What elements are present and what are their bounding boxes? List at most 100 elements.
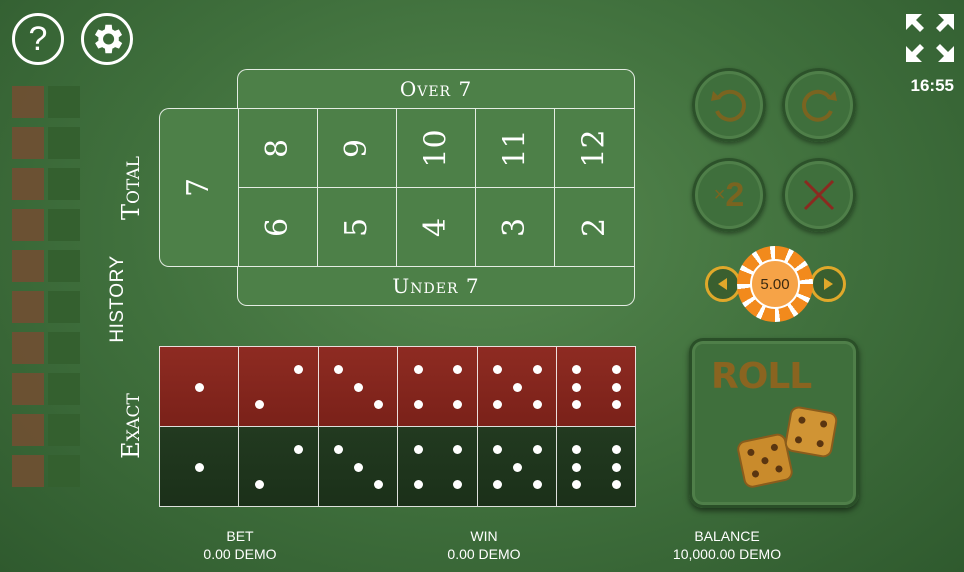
die-pip: [612, 364, 622, 374]
total-7-label: 7: [181, 177, 217, 198]
die-pip: [612, 462, 622, 472]
dice-icon: [737, 406, 838, 488]
die-pip: [612, 480, 622, 490]
exact-red-die-1[interactable]: [159, 346, 240, 427]
fullscreen-icon[interactable]: [904, 12, 956, 64]
history-cell: [12, 291, 44, 323]
total-10-bet[interactable]: 10: [396, 108, 476, 188]
double-label: 2: [725, 175, 745, 214]
win-label: WIN: [470, 528, 498, 544]
help-icon: ?: [28, 20, 48, 58]
die-pip: [254, 480, 264, 490]
exact-red-die-6[interactable]: [556, 346, 637, 427]
chip-value: 5.00: [750, 259, 800, 309]
die-pip: [334, 444, 344, 454]
history-cell: [12, 86, 44, 118]
total-label: 2: [577, 217, 612, 237]
die-pip: [453, 400, 463, 410]
die-pip: [373, 480, 383, 490]
total-5-bet[interactable]: 5: [317, 187, 397, 267]
redo-icon: [802, 89, 837, 122]
balance-value: 10,000.00 DEMO: [672, 546, 782, 562]
chevron-left-icon: [718, 278, 727, 290]
die-pip: [492, 364, 502, 374]
total-3-bet[interactable]: 3: [475, 187, 555, 267]
history-cell: [48, 414, 80, 446]
clear-bets-button[interactable]: [782, 158, 856, 232]
exact-dark-die-1[interactable]: [159, 426, 240, 507]
history-cell: [48, 86, 80, 118]
history-cell: [12, 209, 44, 241]
total-label: 11: [497, 128, 533, 168]
chip-selector[interactable]: 5.00: [737, 246, 813, 322]
total-label: Total: [117, 156, 145, 220]
redo-button[interactable]: [782, 68, 856, 142]
die-pip: [353, 382, 363, 392]
die-pip: [612, 400, 622, 410]
exact-dark-die-5[interactable]: [476, 426, 557, 507]
undo-button[interactable]: [692, 68, 766, 142]
settings-button[interactable]: [81, 13, 133, 65]
history-cell: [48, 332, 80, 364]
close-icon: [803, 179, 835, 211]
history-cell: [12, 250, 44, 282]
die-pip: [612, 382, 622, 392]
exact-red-die-4[interactable]: [397, 346, 478, 427]
exact-dark-die-3[interactable]: [317, 426, 399, 507]
gear-icon: [94, 24, 123, 54]
help-button[interactable]: ?: [12, 13, 64, 65]
die-pip: [572, 462, 582, 472]
die-pip: [492, 480, 502, 490]
die-pip: [413, 364, 423, 374]
die-pip: [413, 480, 423, 490]
die-pip: [572, 382, 582, 392]
total-4-bet[interactable]: 4: [396, 187, 476, 267]
die-pip: [453, 480, 463, 490]
undo-icon: [711, 89, 746, 122]
roll-label: ROLL: [711, 356, 812, 397]
exact-dark-die-2[interactable]: [238, 426, 319, 507]
total-8-bet[interactable]: 8: [238, 108, 318, 188]
double-prefix: ×: [713, 183, 726, 206]
history-cell: [48, 250, 80, 282]
die-pip: [453, 444, 463, 454]
total-2-bet[interactable]: 2: [554, 187, 635, 267]
exact-red-die-3[interactable]: [317, 346, 399, 427]
bet-label: BET: [226, 528, 254, 544]
die-pip: [572, 444, 582, 454]
total-7-bet[interactable]: 7: [159, 108, 239, 267]
chip-prev-button[interactable]: [705, 266, 741, 302]
chip-next-button[interactable]: [810, 266, 846, 302]
total-12-bet[interactable]: 12: [554, 108, 635, 188]
balance-label: BALANCE: [694, 528, 760, 544]
die-pip: [612, 444, 622, 454]
total-11-bet[interactable]: 11: [475, 108, 555, 188]
total-6-bet[interactable]: 6: [238, 187, 318, 267]
total-label: 12: [577, 128, 612, 168]
die-pip: [254, 400, 264, 410]
under-7-label: Under 7: [392, 274, 480, 298]
exact-dark-die-4[interactable]: [397, 426, 478, 507]
exact-red-die-2[interactable]: [238, 346, 319, 427]
total-label: 3: [497, 217, 533, 237]
exact-dice-grid: [159, 346, 637, 507]
over-7-bet[interactable]: Over 7: [237, 69, 635, 109]
history-cell: [12, 414, 44, 446]
history-cell: [12, 168, 44, 200]
die-pip: [532, 364, 542, 374]
die-pip: [294, 444, 304, 454]
die-pip: [413, 444, 423, 454]
over-7-label: Over 7: [399, 77, 473, 101]
die-pip: [195, 382, 205, 392]
roll-button[interactable]: ROLL: [689, 338, 859, 508]
double-bet-button[interactable]: × 2: [692, 158, 766, 232]
total-9-bet[interactable]: 9: [317, 108, 397, 188]
history-cell: [48, 168, 80, 200]
total-label: 10: [418, 128, 454, 168]
die-pip: [294, 364, 304, 374]
exact-dark-die-6[interactable]: [556, 426, 637, 507]
under-7-bet[interactable]: Under 7: [237, 266, 635, 306]
exact-red-die-5[interactable]: [476, 346, 557, 427]
total-label: 5: [339, 217, 375, 237]
history-cell: [48, 291, 80, 323]
